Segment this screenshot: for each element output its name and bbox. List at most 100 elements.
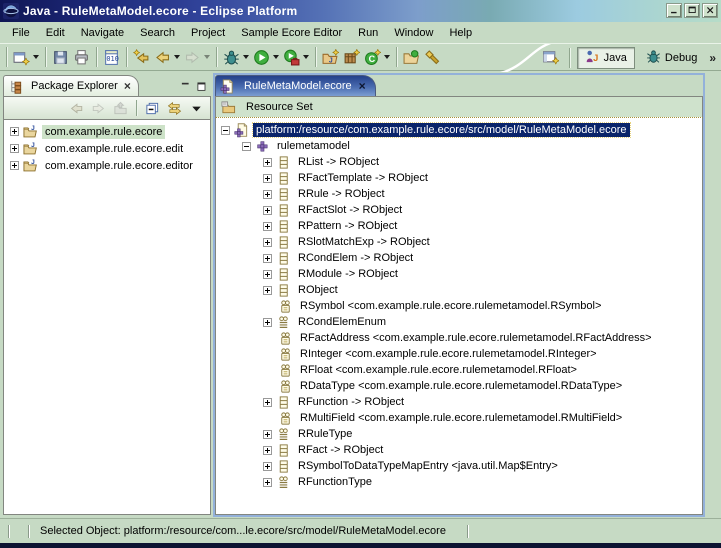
eclass-icon [276,267,291,282]
tree-item[interactable]: RObject [216,282,702,298]
menu-window[interactable]: Window [386,24,441,42]
package-explorer-tab[interactable]: Package Explorer × [3,75,139,96]
tree-item[interactable]: platform:/resource/com.example.rule.ecor… [216,122,702,138]
expander-minus-icon[interactable] [242,142,251,151]
titlebar[interactable]: Java - RuleMetaModel.ecore - Eclipse Pla… [0,0,721,22]
link-editor-button[interactable] [165,98,184,118]
new-java-project-button[interactable]: J [320,45,341,69]
maximize-button[interactable] [684,3,700,18]
tree-item[interactable]: RRuleType [216,426,702,442]
tree-item[interactable]: RDataType <com.example.rule.ecore.ruleme… [216,378,702,394]
tree-item[interactable]: Jcom.example.rule.ecore.editor [4,157,210,174]
expander-minus-icon[interactable] [221,126,230,135]
collapse-all-button[interactable] [143,98,162,118]
expander-plus-icon[interactable] [10,144,19,153]
run-button[interactable] [251,45,281,69]
perspective-debug-button[interactable]: Debug [638,47,705,69]
new-package-button[interactable] [341,45,362,69]
expander-plus-icon[interactable] [263,446,272,455]
external-tools-button[interactable] [281,45,311,69]
open-perspective-button[interactable] [539,46,562,70]
expander-plus-icon[interactable] [263,238,272,247]
menu-search[interactable]: Search [132,24,183,42]
perspective-java-button[interactable]: JJava [577,47,635,69]
menu-project[interactable]: Project [183,24,233,42]
dropdown-arrow-icon[interactable] [273,55,279,59]
tree-item[interactable]: Jcom.example.rule.ecore [4,123,210,140]
tree-item[interactable]: RInteger <com.example.rule.ecore.rulemet… [216,346,702,362]
tree-item[interactable]: RFact -> RObject [216,442,702,458]
tree-item[interactable]: RSlotMatchExp -> RObject [216,234,702,250]
close-view-icon[interactable]: × [124,79,131,93]
view-minimize-button[interactable] [180,81,192,93]
menu-run[interactable]: Run [350,24,386,42]
view-menu-button[interactable] [187,98,206,118]
dropdown-arrow-icon[interactable] [33,55,39,59]
expander-plus-icon[interactable] [263,318,272,327]
tree-item[interactable]: RModule -> RObject [216,266,702,282]
perspective-overflow-chevron[interactable]: » [708,51,719,65]
open-type-button[interactable] [401,45,422,69]
tree-item[interactable]: RCondElemEnum [216,314,702,330]
expander-plus-icon[interactable] [263,270,272,279]
view-maximize-button[interactable] [196,81,208,93]
back-button[interactable] [152,45,182,69]
tree-item[interactable]: RRule -> RObject [216,186,702,202]
menu-navigate[interactable]: Navigate [73,24,132,42]
expander-plus-icon[interactable] [263,398,272,407]
menu-edit[interactable]: Edit [38,24,73,42]
menu-sample-ecore-editor[interactable]: Sample Ecore Editor [233,24,350,42]
tree-item[interactable]: RFactAddress <com.example.rule.ecore.rul… [216,330,702,346]
expander-plus-icon[interactable] [263,158,272,167]
expander-plus-icon[interactable] [263,478,272,487]
expander-plus-icon[interactable] [263,190,272,199]
tree-item[interactable]: RFunction -> RObject [216,394,702,410]
up-button[interactable] [111,98,130,118]
tree-item[interactable]: RFactTemplate -> RObject [216,170,702,186]
new-wizard-button[interactable] [11,45,41,69]
minimize-button[interactable] [666,3,682,18]
last-edit-location-button[interactable] [131,45,152,69]
search-button[interactable] [422,45,443,69]
dropdown-arrow-icon[interactable] [243,55,249,59]
back-button[interactable] [67,98,86,118]
tree-item[interactable]: RList -> RObject [216,154,702,170]
new-class-button[interactable]: C [362,45,392,69]
dropdown-arrow-icon[interactable] [174,55,180,59]
eclass-icon [276,283,291,298]
tree-item[interactable]: RCondElem -> RObject [216,250,702,266]
tree-item[interactable]: RPattern -> RObject [216,218,702,234]
tree-item[interactable]: RFloat <com.example.rule.ecore.rulemetam… [216,362,702,378]
tree-item[interactable]: RFactSlot -> RObject [216,202,702,218]
expander-plus-icon[interactable] [263,206,272,215]
forward-button[interactable] [89,98,108,118]
expander-plus-icon[interactable] [10,161,19,170]
menu-file[interactable]: File [4,24,38,42]
expander-plus-icon[interactable] [263,430,272,439]
tree-item[interactable]: RSymbol <com.example.rule.ecore.rulemeta… [216,298,702,314]
editor-tab[interactable]: RuleMetaModel.ecore × [215,75,376,96]
close-editor-icon[interactable]: × [359,79,366,93]
dropdown-arrow-icon[interactable] [303,55,309,59]
expander-plus-icon[interactable] [263,286,272,295]
dropdown-arrow-icon[interactable] [204,55,210,59]
dropdown-arrow-icon[interactable] [384,55,390,59]
save-button[interactable] [50,45,71,69]
binary-file-button[interactable]: 010 [101,45,122,69]
close-button[interactable] [702,3,718,18]
expander-plus-icon[interactable] [10,127,19,136]
menu-help[interactable]: Help [441,24,480,42]
expander-plus-icon[interactable] [263,254,272,263]
tree-item[interactable]: RSymbolToDataTypeMapEntry <java.util.Map… [216,458,702,474]
print-button[interactable] [71,45,92,69]
forward-button[interactable] [182,45,212,69]
expander-plus-icon[interactable] [263,222,272,231]
tree-item[interactable]: RFunctionType [216,474,702,490]
tree-item-label: RSymbolToDataTypeMapEntry <java.util.Map… [295,459,561,473]
tree-item[interactable]: RMultiField <com.example.rule.ecore.rule… [216,410,702,426]
expander-plus-icon[interactable] [263,462,272,471]
debug-button[interactable] [221,45,251,69]
tree-item[interactable]: rulemetamodel [216,138,702,154]
tree-item[interactable]: Jcom.example.rule.ecore.edit [4,140,210,157]
expander-plus-icon[interactable] [263,174,272,183]
